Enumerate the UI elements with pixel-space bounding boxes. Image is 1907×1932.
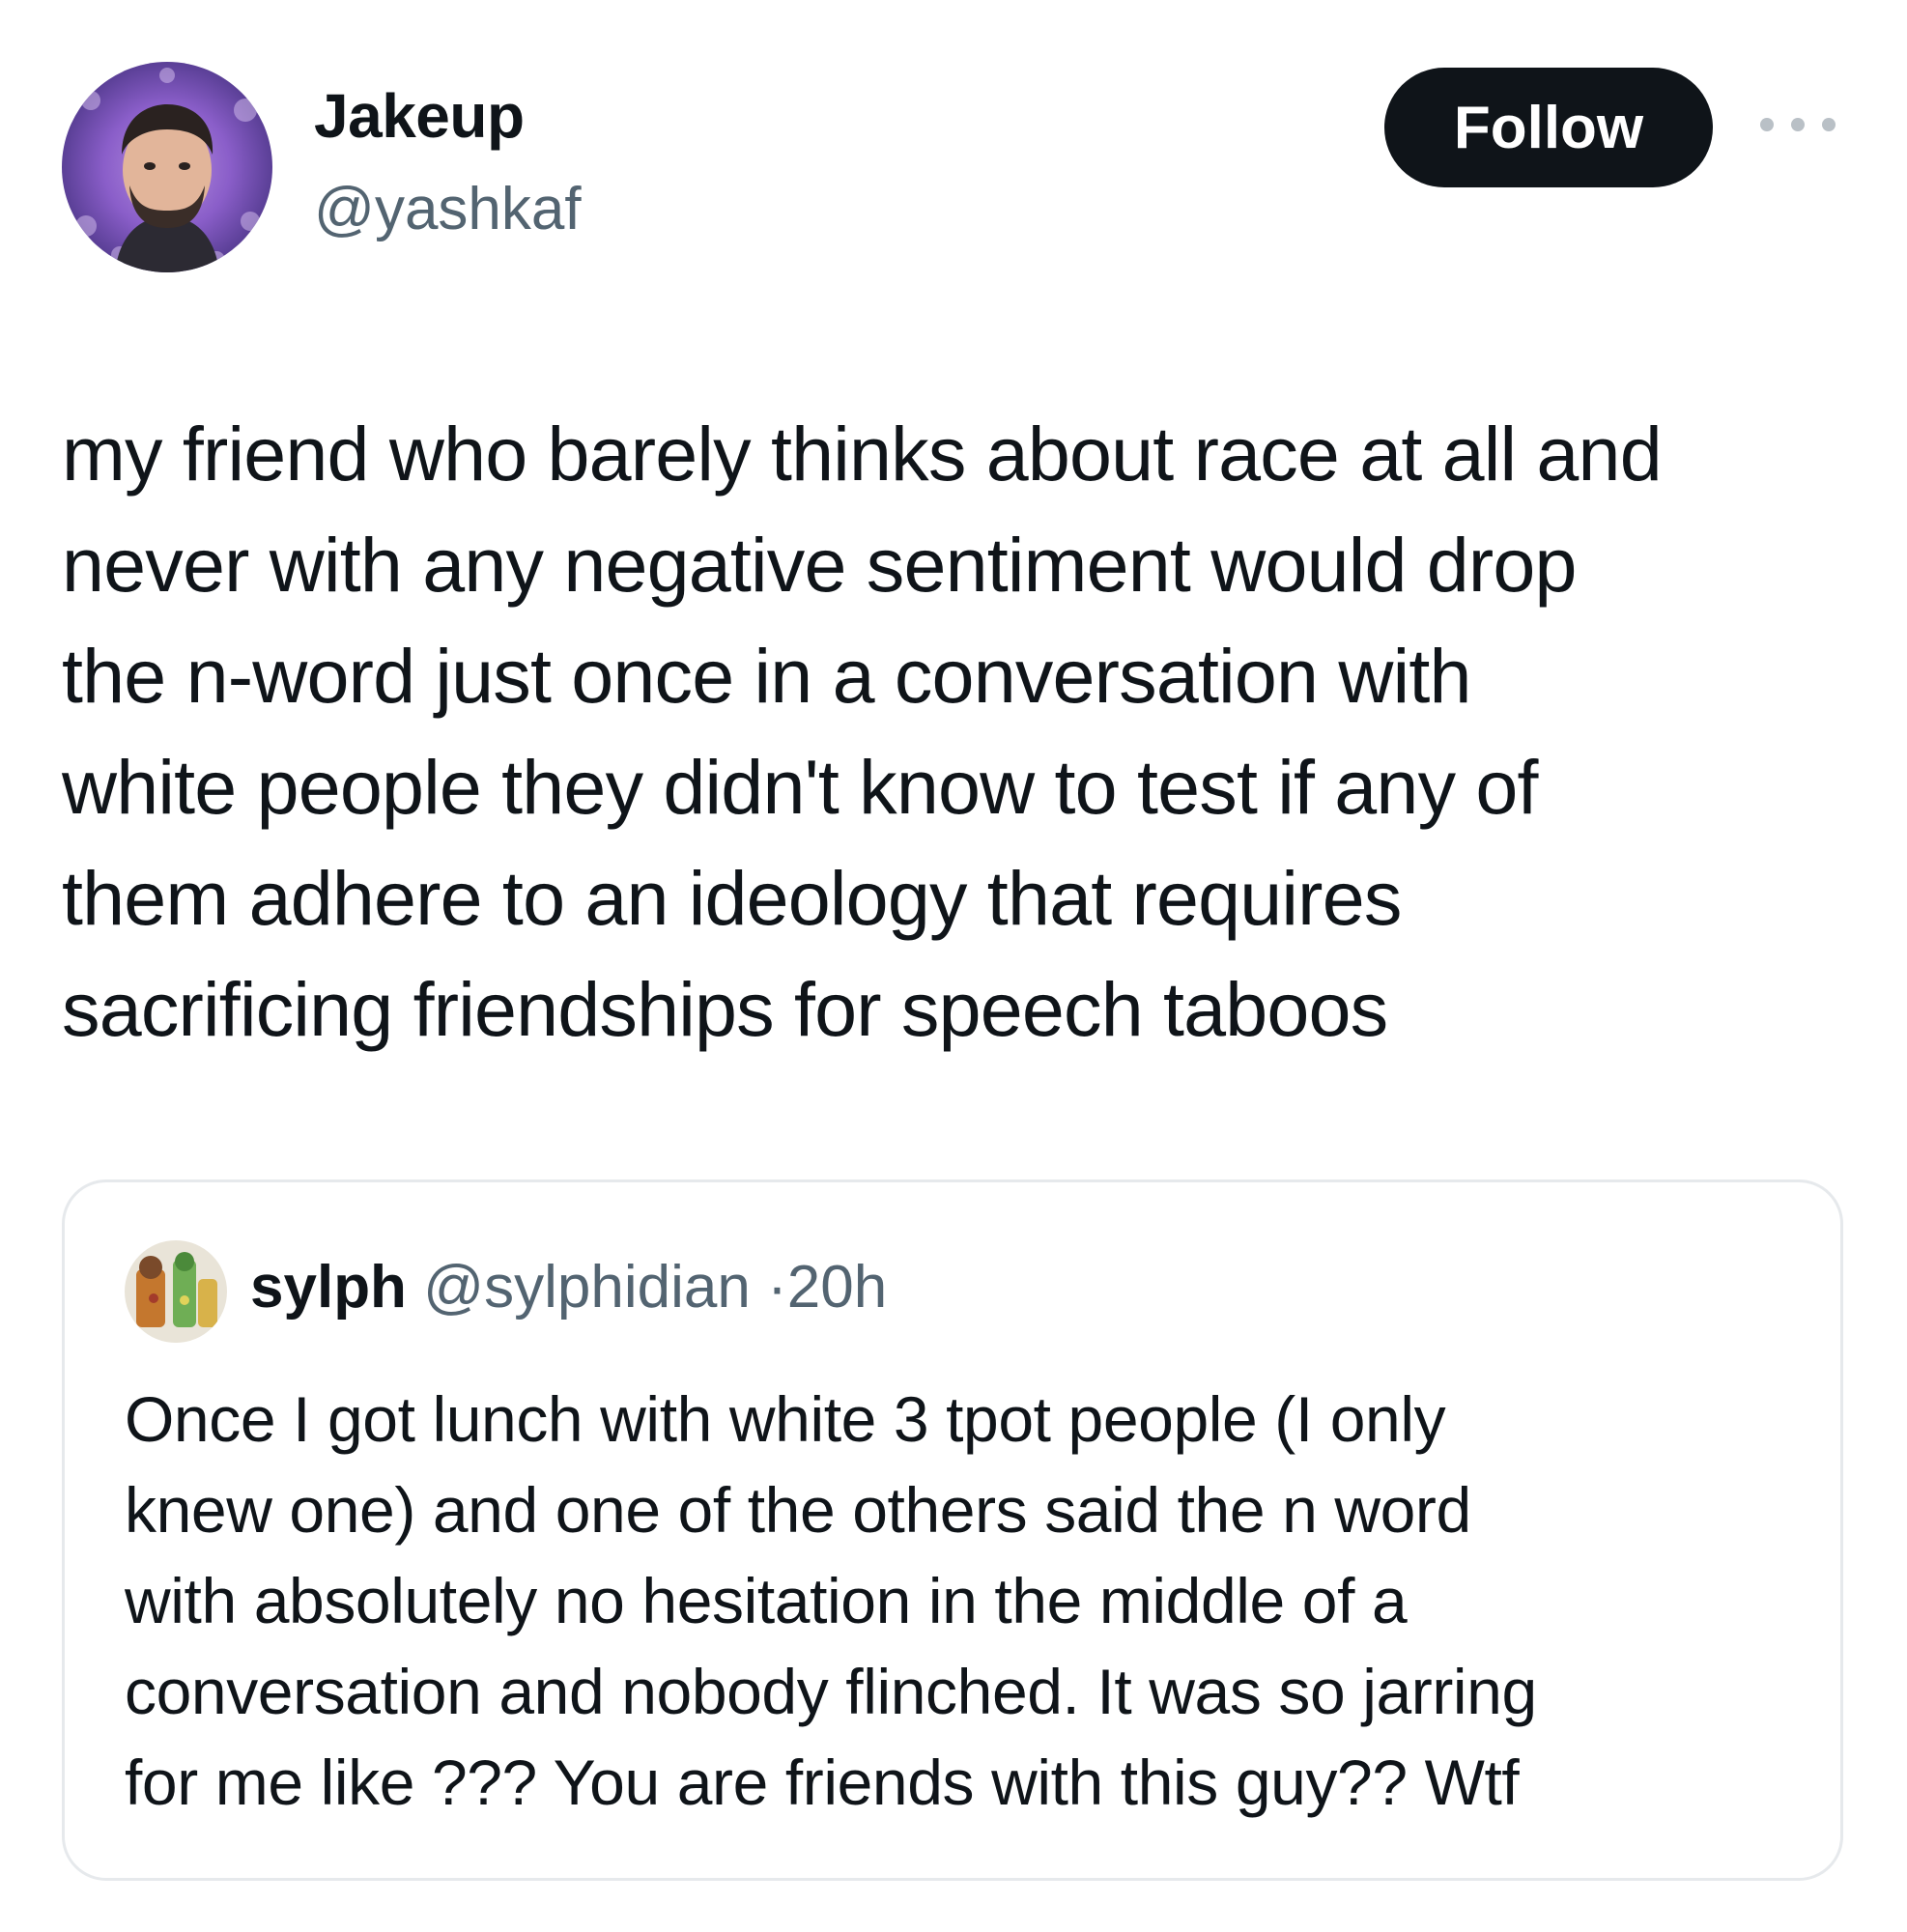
tweet-text: my friend who barely thinks about race a… bbox=[62, 411, 1663, 1052]
avatar-image bbox=[62, 62, 272, 272]
quoted-author-handle[interactable]: @sylphidian bbox=[423, 1254, 751, 1321]
quoted-tweet-card[interactable]: sylph @sylphidian ·20h Once I got lunch … bbox=[62, 1179, 1843, 1881]
follow-button[interactable]: Follow bbox=[1384, 68, 1713, 187]
author-avatar[interactable] bbox=[62, 62, 272, 272]
quoted-tweet-header: sylph @sylphidian ·20h bbox=[250, 1258, 887, 1318]
quoted-avatar-image bbox=[125, 1240, 227, 1343]
quoted-tweet-time[interactable]: 20h bbox=[787, 1254, 887, 1321]
quoted-tweet-text: Once I got lunch with white 3 tpot peopl… bbox=[125, 1383, 1537, 1818]
author-display-name[interactable]: Jakeup bbox=[314, 85, 525, 147]
more-dot bbox=[1822, 118, 1836, 131]
more-dot bbox=[1791, 118, 1805, 131]
author-handle[interactable]: @yashkaf bbox=[314, 180, 582, 240]
more-horizontal-icon[interactable] bbox=[1760, 110, 1836, 139]
quoted-author-avatar[interactable] bbox=[125, 1240, 227, 1343]
more-dot bbox=[1760, 118, 1774, 131]
quoted-author-name[interactable]: sylph bbox=[250, 1254, 407, 1321]
separator-dot: · bbox=[767, 1254, 787, 1321]
